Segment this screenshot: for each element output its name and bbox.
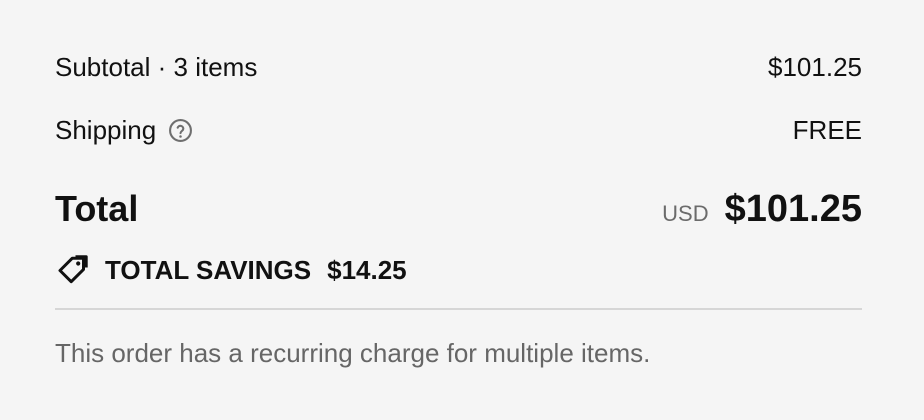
total-savings-value: $14.25	[327, 254, 407, 285]
total-savings-row: TOTAL SAVINGS $14.25	[55, 252, 862, 288]
shipping-label-group: Shipping	[55, 115, 193, 146]
subtotal-row: Subtotal · 3 items $101.25	[55, 50, 862, 84]
subtotal-value: $101.25	[768, 51, 862, 82]
total-label: Total	[55, 188, 139, 229]
total-savings-label: TOTAL SAVINGS	[105, 254, 312, 285]
subtotal-label: Subtotal · 3 items	[55, 51, 258, 82]
summary-divider	[55, 308, 862, 310]
total-row: Total USD $101.25	[55, 186, 862, 232]
shipping-row: Shipping FREE	[55, 113, 862, 147]
shipping-value: FREE	[792, 114, 862, 145]
total-value: $101.25	[724, 187, 862, 230]
order-summary: Subtotal · 3 items $101.25 Shipping FREE…	[55, 0, 862, 369]
shipping-label: Shipping	[55, 114, 157, 145]
currency-code: USD	[662, 200, 709, 226]
recurring-charge-note: This order has a recurring charge for mu…	[55, 338, 651, 368]
help-circle-icon[interactable]	[168, 118, 193, 143]
total-value-group: USD $101.25	[662, 188, 862, 231]
tag-icon	[55, 252, 91, 288]
